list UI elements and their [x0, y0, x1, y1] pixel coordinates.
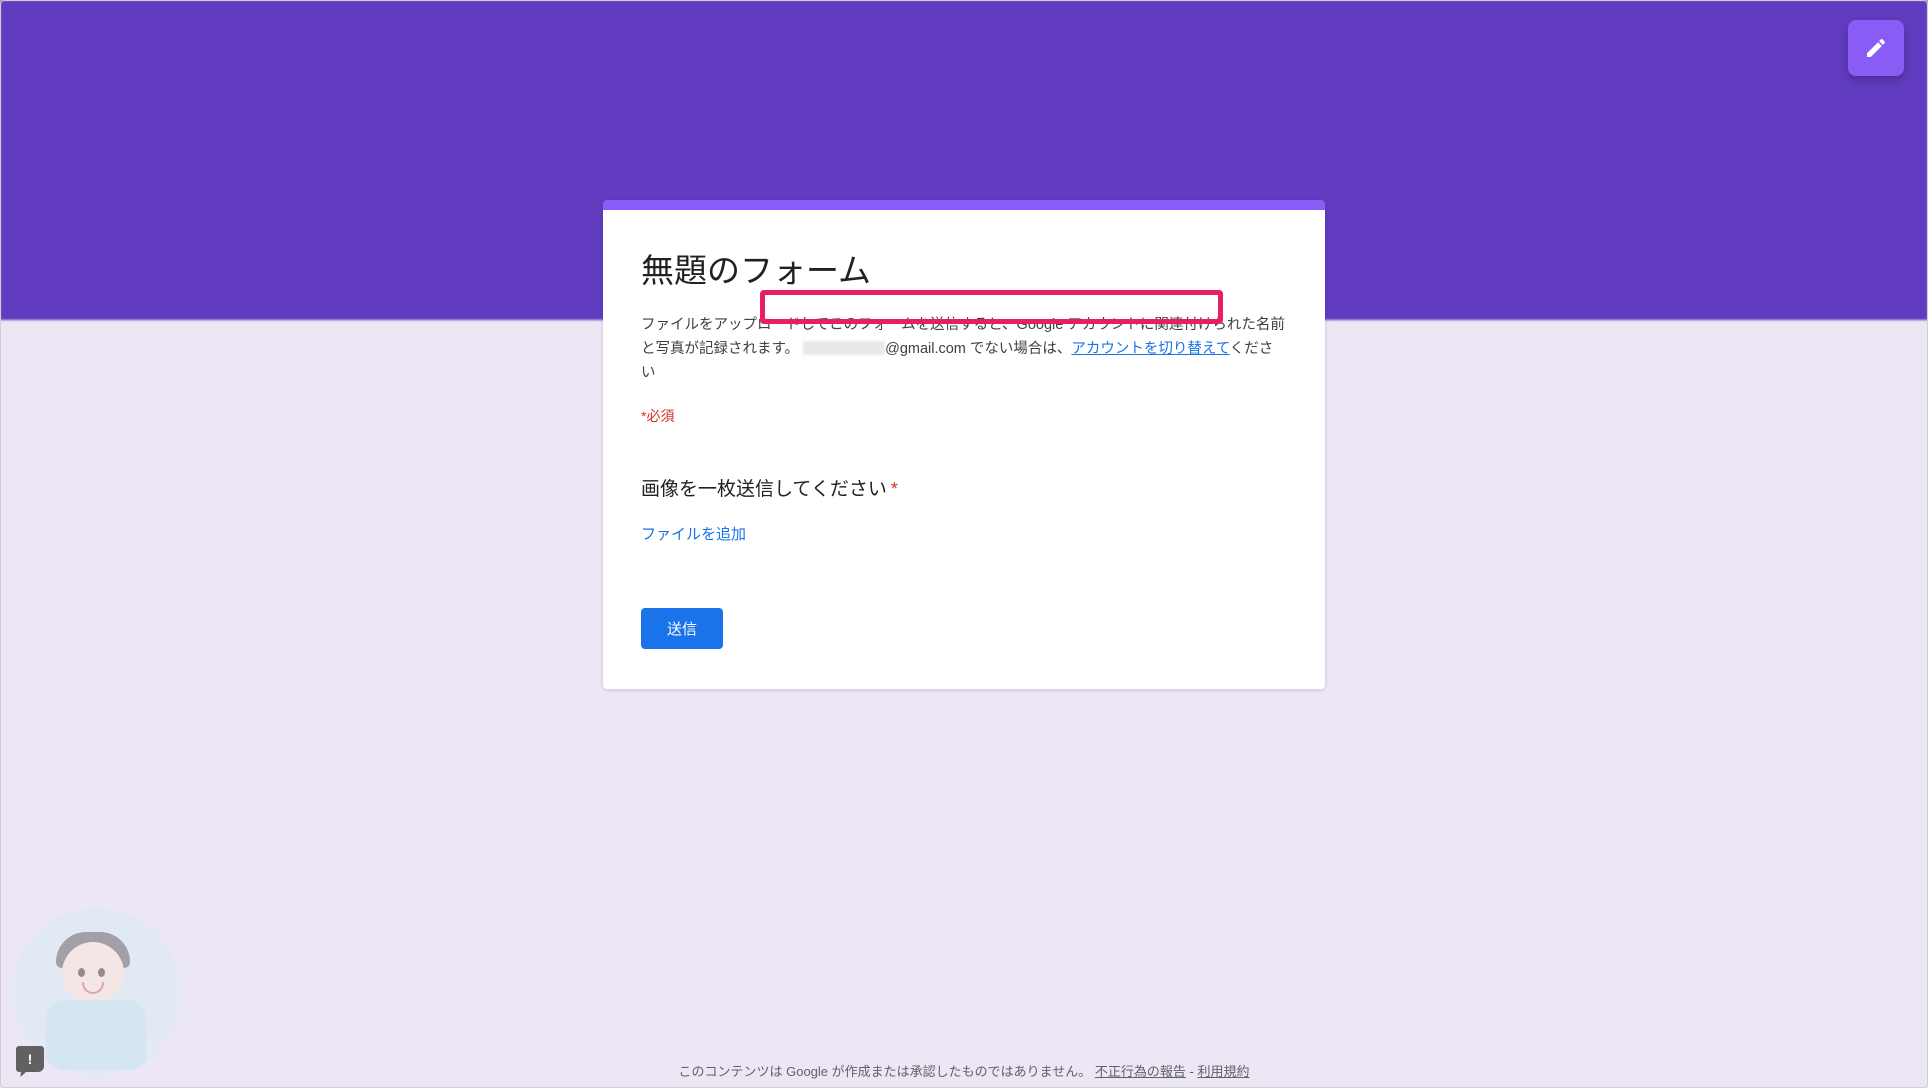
- footer-sep: -: [1186, 1064, 1198, 1079]
- form-title: 無題のフォーム: [641, 244, 1287, 292]
- footer: このコンテンツは Google が作成または承認したものではありません。 不正行…: [0, 1061, 1928, 1080]
- required-indicator: *必須: [641, 406, 1287, 426]
- email-domain: @gmail.com: [885, 341, 966, 357]
- required-label: 必須: [646, 408, 674, 424]
- form-card: 無題のフォーム ファイルをアップロードしてこのフォームを送信すると、Google…: [603, 200, 1325, 689]
- feedback-button[interactable]: !: [16, 1046, 44, 1072]
- not-you-text: でない場合は、: [966, 341, 1072, 357]
- pencil-icon: [1864, 36, 1888, 60]
- exclamation-icon: !: [28, 1051, 33, 1067]
- edit-form-button[interactable]: [1848, 20, 1904, 76]
- switch-account-link[interactable]: アカウントを切り替えて: [1071, 341, 1229, 357]
- add-file-button[interactable]: ファイルを追加: [641, 523, 1287, 544]
- question-title: 画像を一枚送信してください*: [641, 474, 1287, 501]
- question-title-text: 画像を一枚送信してください: [641, 479, 887, 500]
- question-block: 画像を一枚送信してください* ファイルを追加: [641, 474, 1287, 544]
- required-asterisk: *: [891, 479, 898, 499]
- form-description: ファイルをアップロードしてこのフォームを送信すると、Google アカウントに関…: [641, 314, 1287, 386]
- masked-email-local: [803, 341, 885, 355]
- terms-link[interactable]: 利用規約: [1197, 1064, 1249, 1079]
- submit-button[interactable]: 送信: [641, 608, 723, 649]
- footer-text: このコンテンツは Google が作成または承認したものではありません。: [679, 1064, 1092, 1079]
- report-abuse-link[interactable]: 不正行為の報告: [1095, 1064, 1186, 1079]
